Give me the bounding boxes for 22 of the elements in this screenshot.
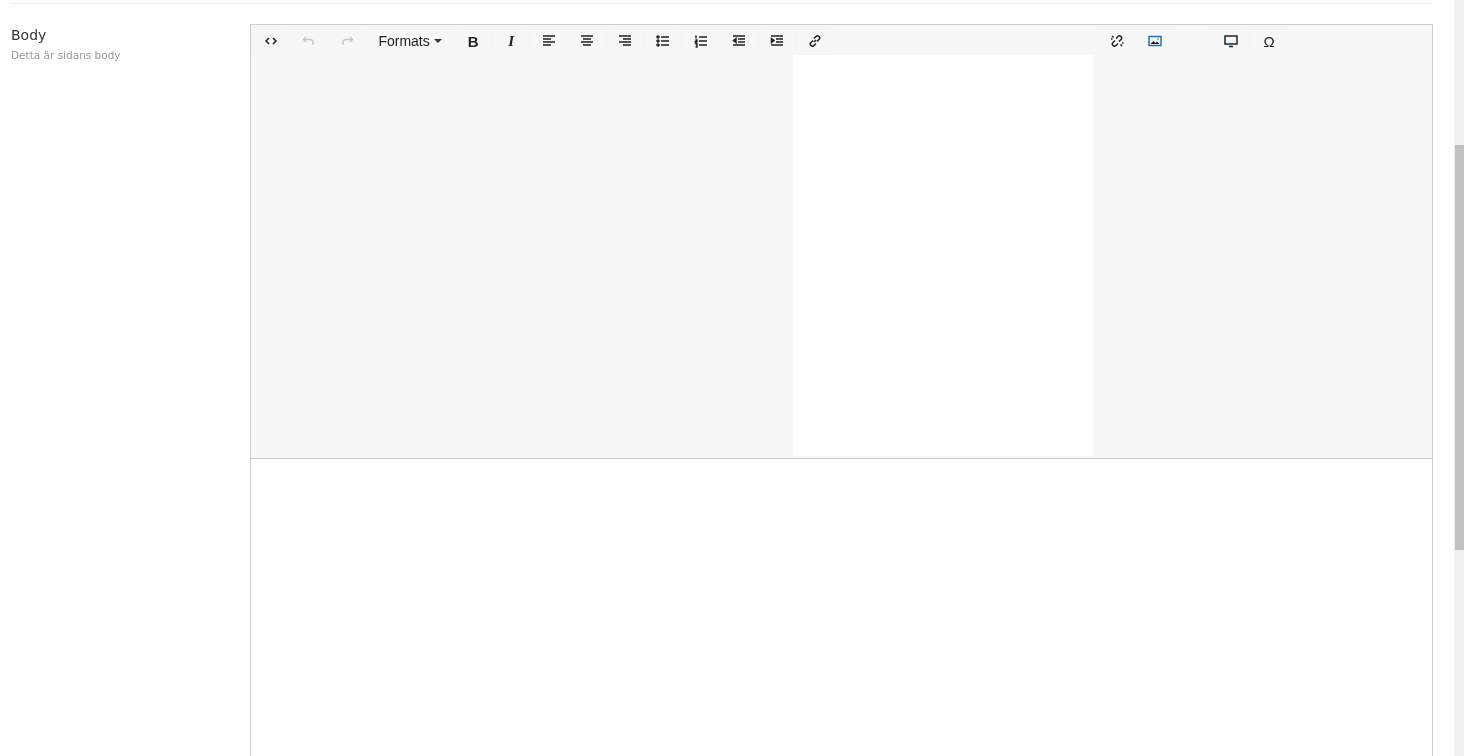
- unlink-icon: [1110, 34, 1125, 48]
- align-center-icon: [580, 34, 595, 48]
- bullet-list-icon: [656, 34, 671, 48]
- align-right-icon: [618, 34, 633, 48]
- numbered-list-icon: [694, 34, 709, 48]
- monitor-icon: [1224, 34, 1239, 48]
- redo-icon: [340, 34, 355, 48]
- outdent-icon: [732, 34, 747, 48]
- toolbar-button[interactable]: Ω: [1251, 28, 1288, 54]
- caret-icon: [433, 39, 442, 43]
- link-icon: [808, 34, 823, 48]
- align-left-icon: [542, 34, 557, 48]
- indent-icon: [770, 34, 785, 48]
- field-description: Detta är sidans body: [11, 49, 122, 61]
- field-label: Body: [11, 27, 48, 43]
- image-icon: [1148, 34, 1163, 48]
- undo-icon: [302, 34, 317, 48]
- formats-dropdown[interactable]: Formats: [368, 28, 453, 54]
- scrollbar-thumb[interactable]: [1455, 145, 1464, 550]
- scrollbar[interactable]: [1454, 0, 1464, 756]
- toolbar-button[interactable]: B: [455, 28, 492, 54]
- toolbar-button[interactable]: I: [493, 28, 530, 54]
